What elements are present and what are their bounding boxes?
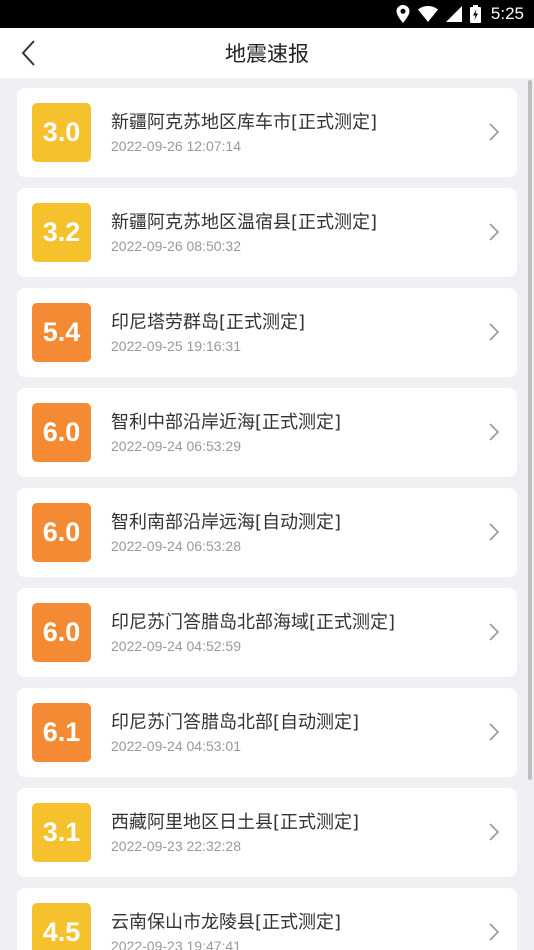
quake-location: 印尼苏门答腊岛北部[自动测定] [111,712,360,733]
wifi-icon [417,6,438,22]
chevron-left-icon [21,40,35,66]
magnitude-badge: 3.0 [32,103,91,162]
quake-info: 智利中部沿岸近海[正式测定] 2022-09-24 06:53:29 [111,412,341,454]
chevron-right-icon [489,723,500,741]
quake-location: 印尼塔劳群岛[正式测定] [111,312,306,333]
quake-info: 新疆阿克苏地区库车市[正式测定] 2022-09-26 12:07:14 [111,112,377,154]
quake-list-item[interactable]: 3.0 新疆阿克苏地区库车市[正式测定] 2022-09-26 12:07:14 [17,88,517,177]
quake-location: 西藏阿里地区日土县[正式测定] [111,812,360,833]
magnitude-badge: 6.0 [32,403,91,462]
page-title: 地震速报 [225,42,309,66]
quake-list-item[interactable]: 5.4 印尼塔劳群岛[正式测定] 2022-09-25 19:16:31 [17,288,517,377]
back-button[interactable] [12,37,44,69]
quake-time: 2022-09-24 04:53:01 [111,738,241,754]
signal-icon [445,6,462,22]
earthquake-list[interactable]: 3.0 新疆阿克苏地区库车市[正式测定] 2022-09-26 12:07:14 3.… [0,78,534,950]
quake-location: 智利南部沿岸远海[自动测定] [111,512,342,533]
magnitude-badge: 3.1 [32,803,91,862]
scrollbar[interactable] [528,80,532,780]
quake-list-item[interactable]: 3.1 西藏阿里地区日土县[正式测定] 2022-09-23 22:32:28 [17,788,517,877]
quake-time: 2022-09-25 19:16:31 [111,338,241,354]
magnitude-badge: 5.4 [32,303,91,362]
magnitude-badge: 4.5 [32,903,91,950]
chevron-right-icon [489,423,500,441]
quake-time: 2022-09-23 19:47:41 [111,938,241,950]
quake-info: 印尼塔劳群岛[正式测定] 2022-09-25 19:16:31 [111,312,305,354]
quake-time: 2022-09-24 04:52:59 [111,638,241,654]
quake-info: 印尼苏门答腊岛北部海域[正式测定] 2022-09-24 04:52:59 [111,612,395,654]
quake-list-item[interactable]: 3.2 新疆阿克苏地区温宿县[正式测定] 2022-09-26 08:50:32 [17,188,517,277]
magnitude-badge: 6.1 [32,703,91,762]
magnitude-badge: 6.0 [32,603,91,662]
app-header: 地震速报 [0,28,534,78]
quake-location: 智利中部沿岸近海[正式测定] [111,412,342,433]
quake-time: 2022-09-24 06:53:28 [111,538,241,554]
chevron-right-icon [489,623,500,641]
battery-icon [469,5,481,23]
quake-location: 云南保山市龙陵县[正式测定] [111,912,342,933]
magnitude-badge: 3.2 [32,203,91,262]
chevron-right-icon [489,323,500,341]
chevron-right-icon [489,523,500,541]
chevron-right-icon [489,123,500,141]
quake-location: 新疆阿克苏地区温宿县[正式测定] [111,212,378,233]
quake-location: 新疆阿克苏地区库车市[正式测定] [111,112,378,133]
quake-info: 西藏阿里地区日土县[正式测定] 2022-09-23 22:32:28 [111,812,359,854]
quake-info: 印尼苏门答腊岛北部[自动测定] 2022-09-24 04:53:01 [111,712,359,754]
chevron-right-icon [489,823,500,841]
status-bar: 5:25 [0,0,534,28]
quake-list-item[interactable]: 6.0 印尼苏门答腊岛北部海域[正式测定] 2022-09-24 04:52:59 [17,588,517,677]
quake-info: 云南保山市龙陵县[正式测定] 2022-09-23 19:47:41 [111,912,341,950]
chevron-right-icon [489,923,500,941]
quake-time: 2022-09-23 22:32:28 [111,838,241,854]
status-time: 5:25 [490,4,524,23]
magnitude-badge: 6.0 [32,503,91,562]
quake-time: 2022-09-24 06:53:29 [111,438,241,454]
quake-time: 2022-09-26 08:50:32 [111,238,241,254]
chevron-right-icon [489,223,500,241]
quake-info: 智利南部沿岸远海[自动测定] 2022-09-24 06:53:28 [111,512,341,554]
quake-list-item[interactable]: 6.1 印尼苏门答腊岛北部[自动测定] 2022-09-24 04:53:01 [17,688,517,777]
quake-list-item[interactable]: 6.0 智利南部沿岸远海[自动测定] 2022-09-24 06:53:28 [17,488,517,577]
quake-location: 印尼苏门答腊岛北部海域[正式测定] [111,612,396,633]
location-icon [396,5,410,23]
quake-time: 2022-09-26 12:07:14 [111,138,241,154]
quake-list-item[interactable]: 6.0 智利中部沿岸近海[正式测定] 2022-09-24 06:53:29 [17,388,517,477]
quake-info: 新疆阿克苏地区温宿县[正式测定] 2022-09-26 08:50:32 [111,212,377,254]
quake-list-item[interactable]: 4.5 云南保山市龙陵县[正式测定] 2022-09-23 19:47:41 [17,888,517,950]
